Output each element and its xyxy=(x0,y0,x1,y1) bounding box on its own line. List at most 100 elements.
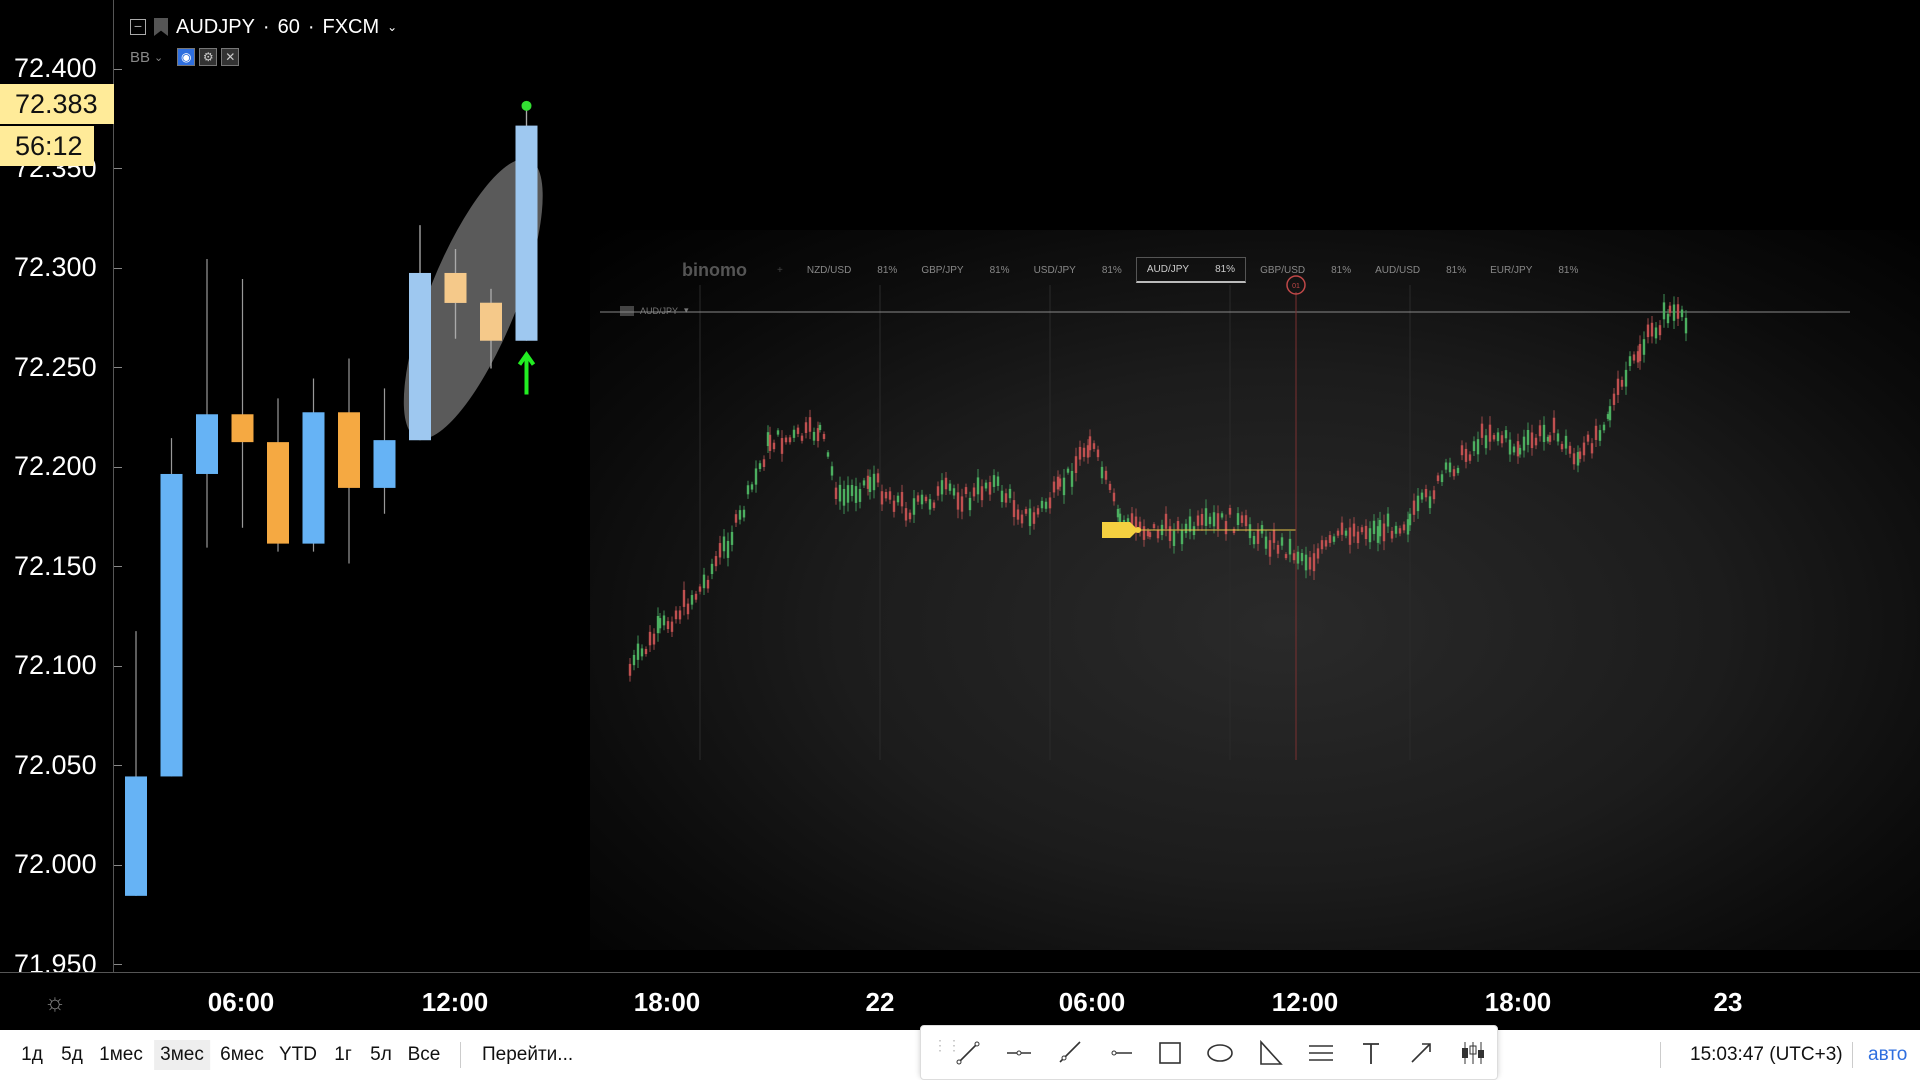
mini-candle-body xyxy=(1598,430,1602,441)
eye-icon[interactable]: ◉ xyxy=(177,48,196,66)
range-button[interactable]: 3мес xyxy=(154,1040,210,1070)
mini-candle-body xyxy=(1508,439,1512,455)
horizontal-ray-icon[interactable] xyxy=(1094,1031,1144,1075)
mini-candle-body xyxy=(1424,488,1428,498)
mini-candle-body xyxy=(666,621,670,630)
indicator-label[interactable]: BB xyxy=(130,49,150,66)
ellipse-icon[interactable] xyxy=(1195,1031,1245,1075)
chevron-down-icon[interactable]: ⌄ xyxy=(387,20,397,34)
mini-candle-body xyxy=(834,487,838,500)
mini-candle-body xyxy=(1336,530,1340,536)
mini-candle-body xyxy=(780,438,784,454)
chart-area[interactable]: 72.400 72.350 72.300 72.250 72.200 72.150 72.1… xyxy=(0,0,1920,979)
mini-candle-body xyxy=(912,498,916,515)
range-button[interactable]: Все xyxy=(408,1044,441,1066)
mini-candle-body xyxy=(1500,435,1504,444)
mini-candle-body xyxy=(1212,512,1216,527)
mini-candle-body xyxy=(674,610,678,620)
mini-candle-body xyxy=(1292,553,1296,561)
mini-candle-body xyxy=(1024,509,1028,514)
mini-candle-body xyxy=(1412,500,1416,515)
clock-display[interactable]: 15:03:47 (UTC+3) xyxy=(1690,1044,1843,1066)
gear-icon[interactable]: ⚙ xyxy=(199,48,218,66)
trend-line-icon[interactable] xyxy=(943,1031,993,1075)
symbol-label[interactable]: AUDJPY xyxy=(176,16,255,39)
mini-candle-body xyxy=(1256,530,1260,544)
mini-candle-body xyxy=(1484,435,1488,449)
mini-candle-body xyxy=(1518,447,1522,455)
exchange-label[interactable]: FXCM xyxy=(323,16,380,39)
auto-scale-button[interactable]: авто xyxy=(1868,1044,1907,1066)
candle-body xyxy=(338,412,360,488)
mini-candle-body xyxy=(988,482,992,495)
mini-candle-body xyxy=(1642,339,1646,355)
ray-icon[interactable] xyxy=(1044,1031,1094,1075)
range-button[interactable]: 5д xyxy=(61,1044,83,1066)
candles-icon[interactable] xyxy=(1447,1031,1497,1075)
mini-candle-body xyxy=(936,486,940,496)
mini-candle-body xyxy=(678,610,682,620)
mini-candle-body xyxy=(1142,526,1146,540)
mini-candle-body xyxy=(916,495,920,502)
mini-candle-body xyxy=(1668,305,1672,313)
mini-candle-body xyxy=(1224,521,1228,535)
mini-candle-body xyxy=(1184,523,1188,534)
range-button[interactable]: 6мес xyxy=(220,1044,264,1066)
mini-candle-body xyxy=(1582,442,1586,456)
range-button[interactable]: 1д xyxy=(21,1044,43,1066)
mini-candle-body xyxy=(1416,495,1420,512)
mini-candle-body xyxy=(1666,313,1670,324)
drawing-toolbar: ⋮⋮ xyxy=(920,1025,1498,1080)
mini-candle-body xyxy=(682,589,686,607)
mini-candle-body xyxy=(838,484,842,502)
mini-candle-body xyxy=(984,482,988,489)
mini-candle-body xyxy=(772,442,776,450)
mini-candle-body xyxy=(1638,344,1642,362)
mini-candle-body xyxy=(1062,477,1066,496)
mini-candle-body xyxy=(1148,532,1152,538)
time-axis[interactable]: ☼ 06:00 12:00 18:00 22 06:00 12:00 18:00 23 xyxy=(0,972,1920,1030)
parallel-channel-icon[interactable] xyxy=(1296,1031,1346,1075)
mini-candle-body xyxy=(1324,540,1328,547)
mini-candle-body xyxy=(670,621,674,632)
mini-candle-body xyxy=(1288,538,1292,555)
divider xyxy=(1852,1042,1853,1068)
mini-candle-body xyxy=(1152,524,1156,529)
mini-candle-body xyxy=(1104,470,1108,480)
range-button[interactable]: 1мес xyxy=(99,1044,143,1066)
chevron-down-icon[interactable]: ⌄ xyxy=(154,51,163,64)
collapse-icon[interactable]: − xyxy=(130,19,146,35)
mini-candle-body xyxy=(652,633,656,645)
settings-gear-icon[interactable]: ☼ xyxy=(44,989,66,1017)
drag-handle-icon[interactable]: ⋮⋮ xyxy=(933,1038,961,1065)
mini-candle-body xyxy=(1192,526,1196,536)
mini-candle-body xyxy=(960,496,964,512)
triangle-icon[interactable] xyxy=(1245,1031,1295,1075)
mini-candle-body xyxy=(1100,466,1104,479)
mini-candle-body xyxy=(1252,535,1256,545)
mini-candle-body xyxy=(1066,468,1070,473)
range-button[interactable]: YTD xyxy=(279,1044,317,1066)
horizontal-line-icon[interactable] xyxy=(993,1031,1043,1075)
interval-label[interactable]: 60 xyxy=(278,16,300,39)
mini-candle-body xyxy=(640,648,644,657)
arrow-icon[interactable] xyxy=(1396,1031,1446,1075)
range-button[interactable]: 1г xyxy=(334,1044,352,1066)
dot-separator: · xyxy=(262,15,270,38)
mini-candle-body xyxy=(1078,446,1082,460)
goto-date-button[interactable]: Перейти... xyxy=(482,1044,573,1066)
mini-candle-body xyxy=(956,492,960,510)
mini-candle-body xyxy=(796,427,800,434)
chart-header: − AUDJPY · 60 · FXCM ⌄ xyxy=(130,12,397,42)
text-icon[interactable] xyxy=(1346,1031,1396,1075)
mini-candle-body xyxy=(1382,523,1386,542)
mini-candle-body xyxy=(1672,304,1676,321)
close-icon[interactable]: ✕ xyxy=(221,48,240,66)
rectangle-icon[interactable] xyxy=(1144,1031,1194,1075)
mini-candle-body xyxy=(1572,453,1576,465)
mini-candle-body xyxy=(1616,378,1620,395)
mini-candle-body xyxy=(972,487,976,497)
range-button[interactable]: 5л xyxy=(370,1044,392,1066)
mini-candle-body xyxy=(872,473,876,491)
binomo-chart: 01 xyxy=(600,275,1850,760)
